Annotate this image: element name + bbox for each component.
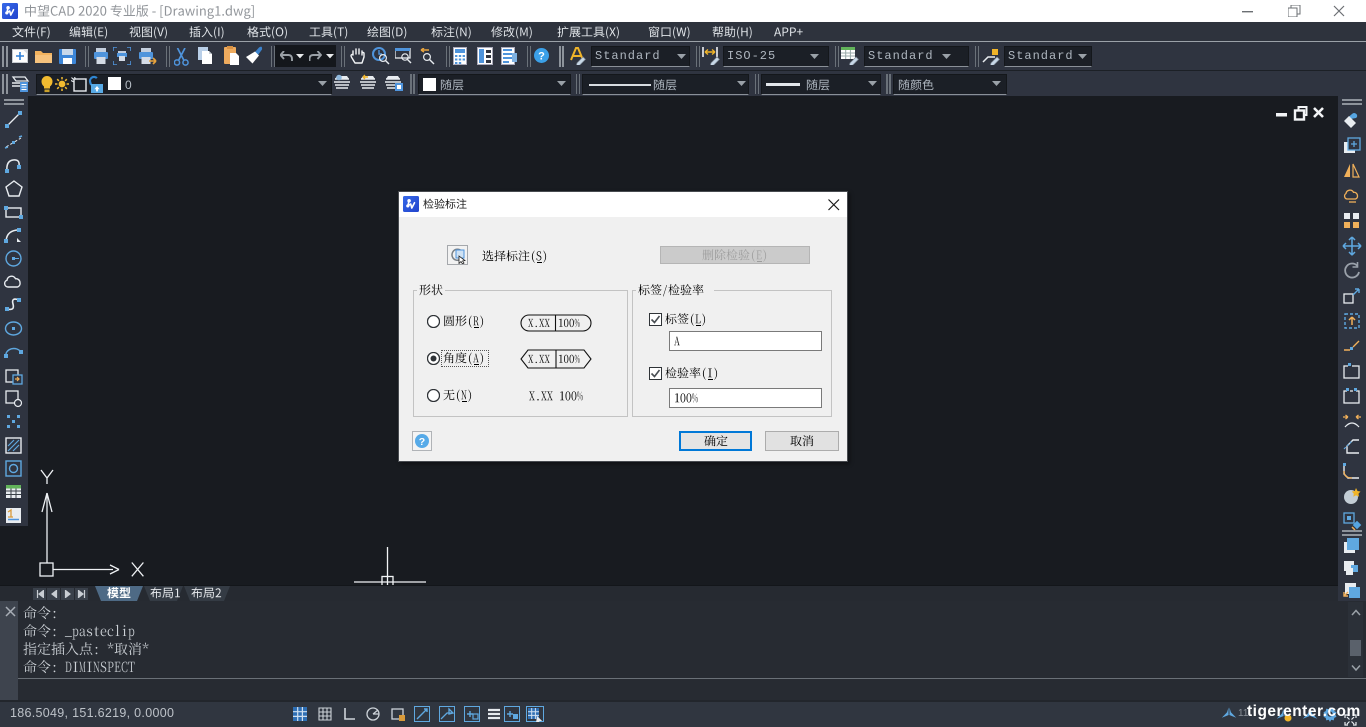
svg-text:?: ?: [538, 50, 545, 62]
svg-text:?: ?: [419, 436, 425, 448]
